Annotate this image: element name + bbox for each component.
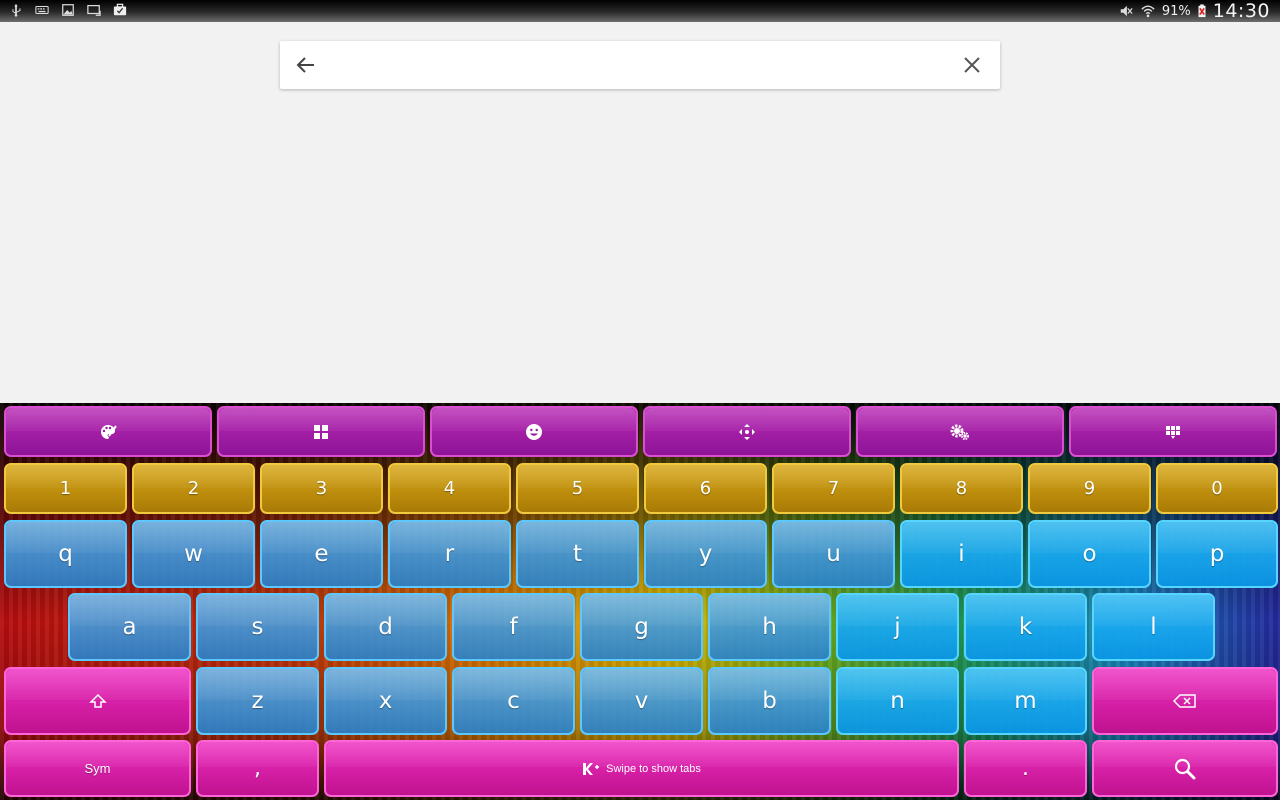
key-l[interactable]: l (1092, 593, 1215, 661)
key-v[interactable]: v (580, 667, 703, 735)
key-w[interactable]: w (132, 520, 255, 588)
space-key[interactable]: Swipe to show tabs (324, 740, 959, 797)
key-m[interactable]: m (964, 667, 1087, 735)
numpad-button[interactable] (217, 406, 425, 457)
search-icon (1174, 758, 1196, 779)
key-t[interactable]: t (516, 520, 639, 588)
key-f[interactable]: f (452, 593, 575, 661)
emoji-button[interactable] (430, 406, 638, 457)
key-0[interactable]: 0 (1156, 463, 1278, 514)
key-e[interactable]: e (260, 520, 383, 588)
gear-icon (950, 424, 969, 440)
mute-icon (1120, 5, 1133, 17)
key-4[interactable]: 4 (388, 463, 511, 514)
cast-icon (87, 5, 101, 16)
key-b[interactable]: b (708, 667, 831, 735)
key-r[interactable]: r (388, 520, 511, 588)
key-1[interactable]: 1 (4, 463, 127, 514)
key-z[interactable]: z (196, 667, 319, 735)
usb-icon (12, 3, 21, 17)
shift-key[interactable] (4, 667, 191, 735)
space-label: Swipe to show tabs (606, 762, 701, 775)
key-n[interactable]: n (836, 667, 959, 735)
move-arrows-icon (739, 423, 755, 440)
status-icons-left (8, 3, 128, 17)
key-7[interactable]: 7 (772, 463, 895, 514)
search-bar (280, 41, 1000, 89)
key-j[interactable]: j (836, 593, 959, 661)
wifi-icon (1141, 5, 1155, 18)
search-key[interactable] (1092, 740, 1278, 797)
numpad-icon (314, 424, 328, 439)
keyboard-logo-icon (583, 762, 600, 775)
battery-percent: 91% (1161, 3, 1191, 19)
key-g[interactable]: g (580, 593, 703, 661)
key-c[interactable]: c (452, 667, 575, 735)
key-9[interactable]: 9 (1028, 463, 1151, 514)
key-y[interactable]: y (644, 520, 767, 588)
key-a[interactable]: a (68, 593, 191, 661)
palette-icon (101, 424, 117, 439)
close-icon[interactable] (960, 53, 984, 77)
key-h[interactable]: h (708, 593, 831, 661)
arrow-left-icon[interactable] (294, 53, 318, 77)
key-d[interactable]: d (324, 593, 447, 661)
palette-button[interactable] (4, 406, 212, 457)
status-icons-right: 91% 14:30 (1118, 0, 1270, 22)
key-5[interactable]: 5 (516, 463, 639, 514)
move-keyboard-button[interactable] (643, 406, 851, 457)
sym-key[interactable]: Sym (4, 740, 191, 797)
comma-key[interactable]: , (196, 740, 319, 797)
key-8[interactable]: 8 (900, 463, 1023, 514)
apps-button[interactable] (1069, 406, 1277, 457)
key-i[interactable]: i (900, 520, 1023, 588)
image-icon (62, 4, 74, 16)
keyboard: 1 2 3 4 5 6 7 8 9 0 q w e r t y u i o p … (0, 403, 1280, 800)
backspace-key[interactable] (1092, 667, 1278, 735)
clock: 14:30 (1212, 0, 1270, 22)
battery-icon (1198, 4, 1206, 18)
search-input[interactable] (336, 51, 936, 79)
apps-grid-icon (1166, 425, 1180, 439)
key-u[interactable]: u (772, 520, 895, 588)
key-k[interactable]: k (964, 593, 1087, 661)
key-x[interactable]: x (324, 667, 447, 735)
backspace-icon (1173, 694, 1196, 708)
key-6[interactable]: 6 (644, 463, 767, 514)
settings-button[interactable] (856, 406, 1064, 457)
key-o[interactable]: o (1028, 520, 1151, 588)
key-p[interactable]: p (1156, 520, 1278, 588)
emoji-icon (526, 423, 542, 440)
keyboard-icon (35, 5, 49, 15)
briefcase-icon (113, 3, 127, 16)
key-3[interactable]: 3 (260, 463, 383, 514)
period-key[interactable]: . (964, 740, 1087, 797)
key-q[interactable]: q (4, 520, 127, 588)
key-s[interactable]: s (196, 593, 319, 661)
status-bar: 91% 14:30 (0, 0, 1280, 22)
key-2[interactable]: 2 (132, 463, 255, 514)
shift-up-icon (88, 693, 107, 708)
